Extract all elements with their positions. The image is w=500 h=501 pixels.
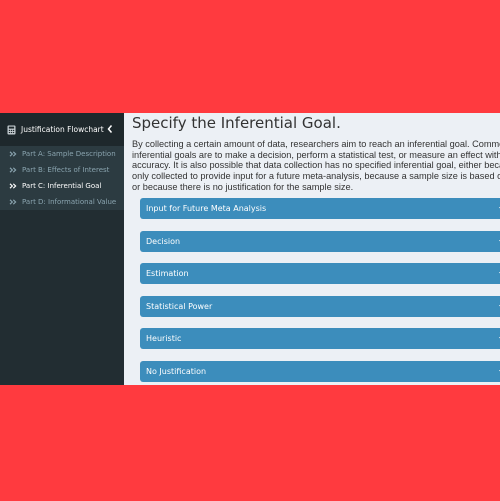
sidebar-menu-justification-flowchart[interactable]: Justification Flowchart: [0, 113, 124, 146]
accordion-input-for-future-meta-analysis[interactable]: Input for Future Meta Analysis: [140, 198, 500, 219]
sidebar-item-label: Part B: Effects of Interest: [22, 166, 110, 174]
accordion-no-justification[interactable]: No Justification: [140, 361, 500, 382]
sidebar-submenu: Part A: Sample Description Part B: Effec…: [0, 146, 124, 210]
page-title: Specify the Inferential Goal.: [132, 114, 341, 132]
app-frame: Justification Flowchart Part A: Sample D…: [0, 113, 500, 385]
accordion-label: Estimation: [146, 269, 189, 278]
main-content: Specify the Inferential Goal. By collect…: [124, 113, 500, 385]
intro-paragraph: By collecting a certain amount of data, …: [132, 139, 500, 192]
accordion-label: Input for Future Meta Analysis: [146, 204, 267, 213]
sidebar-item-part-d[interactable]: Part D: Informational Value: [0, 194, 124, 210]
accordion-label: Heuristic: [146, 334, 182, 343]
double-chevron-right-icon: [9, 151, 17, 157]
double-chevron-right-icon: [9, 199, 17, 205]
accordion-label: Statistical Power: [146, 302, 213, 311]
sidebar-item-part-b[interactable]: Part B: Effects of Interest: [0, 162, 124, 178]
sidebar-item-label: Part A: Sample Description: [22, 150, 116, 158]
accordion-label: Decision: [146, 237, 181, 246]
calculator-icon: [7, 125, 16, 134]
chevron-left-icon[interactable]: [106, 124, 114, 134]
sidebar: Justification Flowchart Part A: Sample D…: [0, 113, 124, 385]
accordion-statistical-power[interactable]: Statistical Power: [140, 296, 500, 317]
double-chevron-right-icon: [9, 167, 17, 173]
accordion-estimation[interactable]: Estimation: [140, 263, 500, 284]
sidebar-menu-title: Justification Flowchart: [21, 125, 104, 134]
sidebar-item-label: Part C: Inferential Goal: [22, 182, 102, 190]
sidebar-item-part-c[interactable]: Part C: Inferential Goal: [0, 178, 124, 194]
sidebar-item-part-a[interactable]: Part A: Sample Description: [0, 146, 124, 162]
sidebar-item-label: Part D: Informational Value: [22, 198, 117, 206]
accordion-heuristic[interactable]: Heuristic: [140, 328, 500, 349]
accordion-label: No Justification: [146, 367, 207, 376]
accordion-decision[interactable]: Decision: [140, 231, 500, 252]
double-chevron-right-icon: [9, 183, 17, 189]
